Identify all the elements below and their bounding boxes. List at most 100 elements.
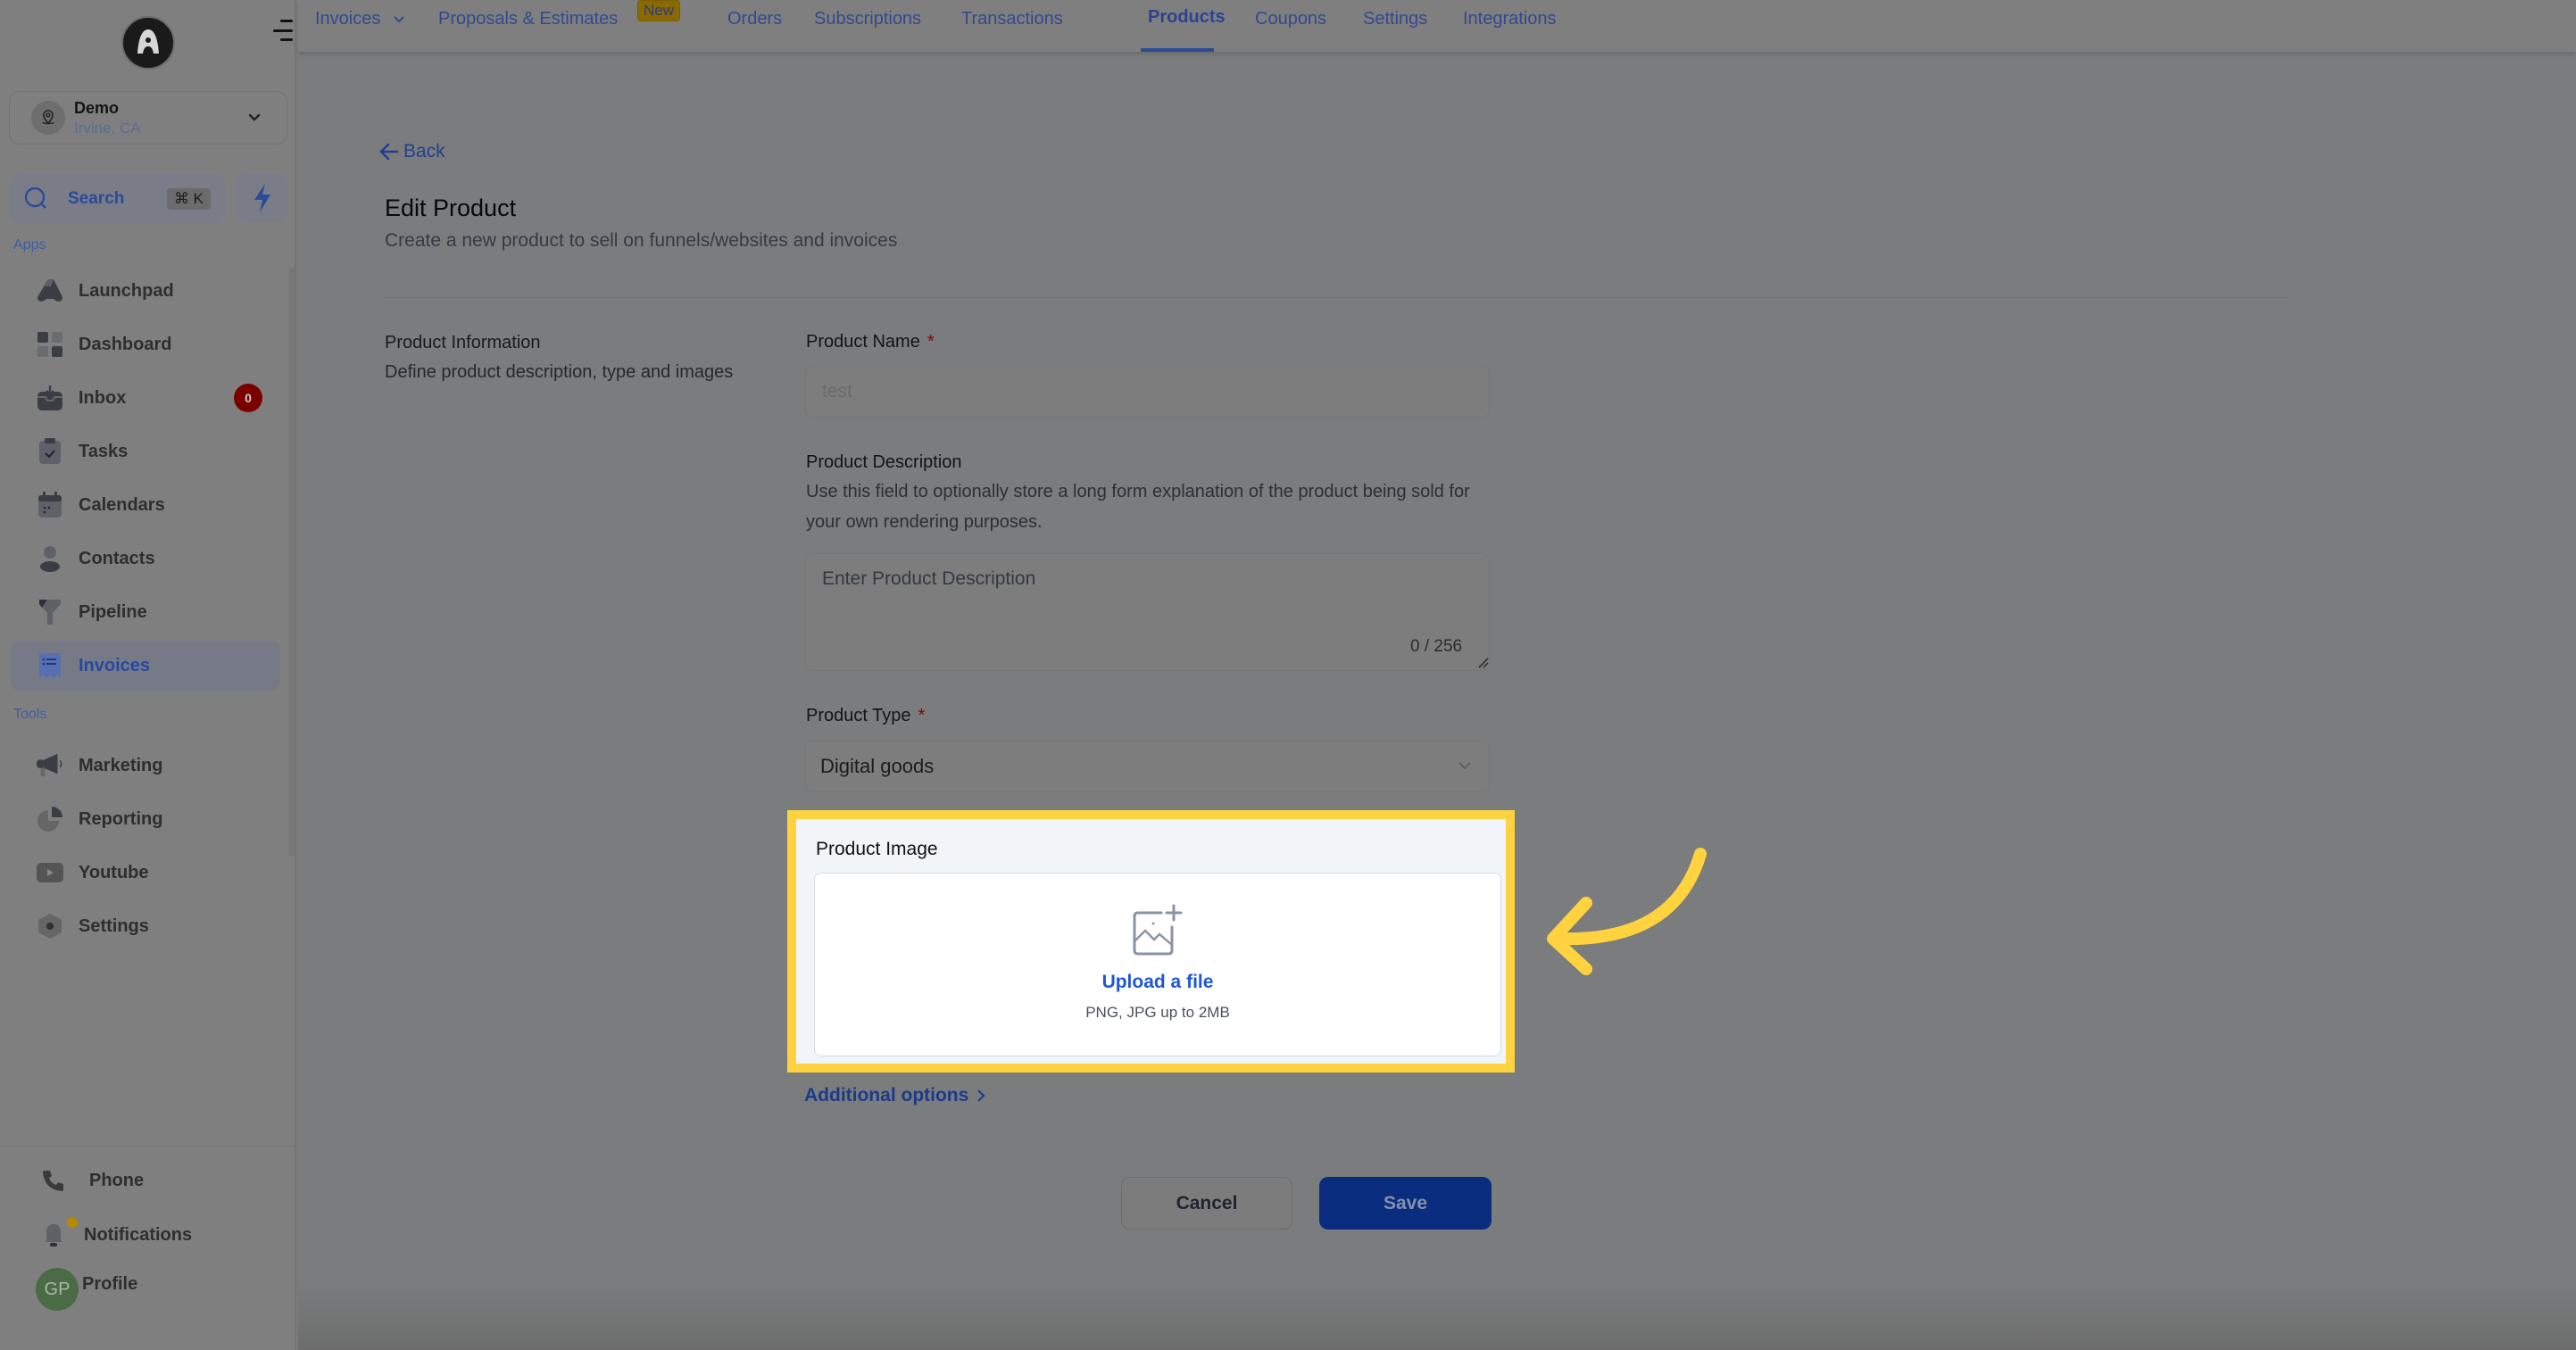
product-description-help: Use this field to optionally store a lon… xyxy=(806,482,1470,532)
sidebar-divider xyxy=(0,1146,296,1147)
sidebar-item-contacts[interactable]: Contacts xyxy=(11,534,280,584)
location-pin-icon xyxy=(31,101,65,135)
tab-orders[interactable]: Orders xyxy=(727,9,782,29)
arrow-left-icon xyxy=(379,143,399,161)
sidebar-item-inbox[interactable]: Inbox 0 xyxy=(11,373,280,423)
sidebar-item-invoices[interactable]: Invoices xyxy=(11,641,280,691)
tab-label: Coupons xyxy=(1255,9,1327,29)
sidebar-item-label: Profile xyxy=(82,1273,138,1294)
new-badge: New xyxy=(637,0,681,21)
top-navigation: Invoices Proposals & Estimates New Order… xyxy=(298,0,2576,52)
quick-actions-button[interactable] xyxy=(237,174,287,222)
page-title: Edit Product xyxy=(385,195,517,221)
product-type-select[interactable]: Digital goods xyxy=(805,741,1490,792)
product-name-input[interactable] xyxy=(805,366,1490,418)
tab-integrations[interactable]: Integrations xyxy=(1463,9,1557,29)
sidebar-item-label: Calendars xyxy=(79,494,165,515)
sidebar-item-label: Notifications xyxy=(84,1224,193,1245)
phone-icon xyxy=(36,1169,71,1192)
sidebar-item-profile[interactable]: GP Profile xyxy=(36,1268,137,1311)
sidebar: Demo Irvine, CA Search ⌘ K Apps Launchpa… xyxy=(0,0,296,1350)
annotation-arrow-icon xyxy=(1547,848,1707,975)
chevron-right-icon xyxy=(977,1089,985,1102)
tools-section-label: Tools xyxy=(13,707,47,722)
tab-label: Invoices xyxy=(315,9,381,29)
image-upload-dropzone[interactable]: Upload a file PNG, JPG up to 2MB xyxy=(814,873,1501,1056)
sidebar-item-label: Phone xyxy=(89,1170,145,1190)
section-title: Product Information xyxy=(385,333,541,352)
tab-label: Transactions xyxy=(961,9,1063,29)
character-counter: 0 / 256 xyxy=(1410,637,1463,656)
sidebar-item-label: Dashboard xyxy=(79,334,172,354)
product-image-highlight: Product Image Upload a file PNG, JPG up … xyxy=(787,810,1515,1073)
collapse-sidebar-button[interactable] xyxy=(270,20,293,41)
calendar-icon xyxy=(36,491,64,519)
sidebar-item-launchpad[interactable]: Launchpad xyxy=(11,266,280,316)
location-switcher[interactable]: Demo Irvine, CA xyxy=(9,91,287,145)
sidebar-item-pipeline[interactable]: Pipeline xyxy=(11,587,280,637)
search-shortcut: ⌘ K xyxy=(166,188,211,210)
sidebar-item-label: Contacts xyxy=(79,548,155,568)
lightning-icon xyxy=(253,184,270,212)
avatar: GP xyxy=(36,1268,79,1311)
selected-value: Digital goods xyxy=(820,755,935,777)
bell-icon xyxy=(36,1217,78,1247)
section-description: Define product description, type and ima… xyxy=(385,362,734,382)
resize-handle-icon[interactable] xyxy=(1477,657,1490,669)
upload-file-link[interactable]: Upload a file xyxy=(815,972,1500,993)
sidebar-item-dashboard[interactable]: Dashboard xyxy=(11,319,280,369)
clipboard-check-icon xyxy=(36,437,64,466)
product-image-label: Product Image xyxy=(816,839,938,859)
tab-settings[interactable]: Settings xyxy=(1363,9,1427,29)
image-add-icon xyxy=(1133,904,1183,956)
sidebar-item-label: Inbox xyxy=(79,387,127,408)
tab-subscriptions[interactable]: Subscriptions xyxy=(814,9,921,29)
chevron-down-icon xyxy=(248,113,261,121)
sidebar-item-notifications[interactable]: Notifications xyxy=(36,1217,193,1247)
tab-label: Proposals & Estimates xyxy=(438,9,619,29)
grid-icon xyxy=(36,330,64,359)
sidebar-item-label: Marketing xyxy=(79,755,163,775)
required-asterisk: * xyxy=(927,332,935,352)
tab-coupons[interactable]: Coupons xyxy=(1255,9,1326,29)
save-button[interactable]: Save xyxy=(1319,1177,1492,1230)
sidebar-item-label: Invoices xyxy=(79,655,151,675)
sidebar-item-tasks[interactable]: Tasks xyxy=(11,427,280,476)
required-asterisk: * xyxy=(918,706,926,725)
product-description-label: Product Description xyxy=(806,452,962,472)
page-bottom-shade xyxy=(298,1285,2576,1350)
tab-invoices[interactable]: Invoices xyxy=(315,9,405,29)
product-description-textarea[interactable] xyxy=(805,553,1490,671)
sidebar-item-reporting[interactable]: Reporting xyxy=(11,794,280,844)
cancel-button[interactable]: Cancel xyxy=(1121,1177,1292,1230)
rocket-icon xyxy=(36,277,64,305)
sidebar-item-label: Youtube xyxy=(79,862,149,882)
sidebar-item-phone[interactable]: Phone xyxy=(36,1169,144,1192)
tab-label: Products xyxy=(1148,7,1226,27)
search-icon xyxy=(24,186,46,209)
search-button[interactable]: Search ⌘ K xyxy=(9,174,225,224)
sidebar-item-label: Launchpad xyxy=(79,280,174,301)
header-divider xyxy=(385,297,2289,298)
sidebar-item-youtube[interactable]: Youtube xyxy=(11,848,280,898)
youtube-icon xyxy=(36,858,64,887)
app-logo[interactable] xyxy=(121,16,175,70)
sidebar-scrollbar[interactable] xyxy=(289,268,295,857)
additional-options-link[interactable]: Additional options xyxy=(804,1085,988,1106)
upload-hint: PNG, JPG up to 2MB xyxy=(1085,1004,1230,1021)
logo-icon xyxy=(137,29,159,54)
gear-icon xyxy=(36,912,64,940)
sidebar-item-label: Pipeline xyxy=(79,601,147,622)
sidebar-item-calendars[interactable]: Calendars xyxy=(11,480,280,530)
back-link[interactable]: Back xyxy=(378,141,445,162)
tab-proposals-estimates[interactable]: Proposals & Estimates xyxy=(438,9,618,29)
back-label: Back xyxy=(403,141,445,162)
sidebar-item-marketing[interactable]: Marketing xyxy=(11,741,280,791)
chevron-down-icon xyxy=(394,16,404,23)
megaphone-icon xyxy=(36,751,64,780)
page-subtitle: Create a new product to sell on funnels/… xyxy=(385,230,898,251)
tab-transactions[interactable]: Transactions xyxy=(961,9,1063,29)
chevron-down-icon xyxy=(1458,762,1471,770)
tab-products[interactable]: Products xyxy=(1148,7,1226,28)
sidebar-item-settings[interactable]: Settings xyxy=(11,901,280,951)
